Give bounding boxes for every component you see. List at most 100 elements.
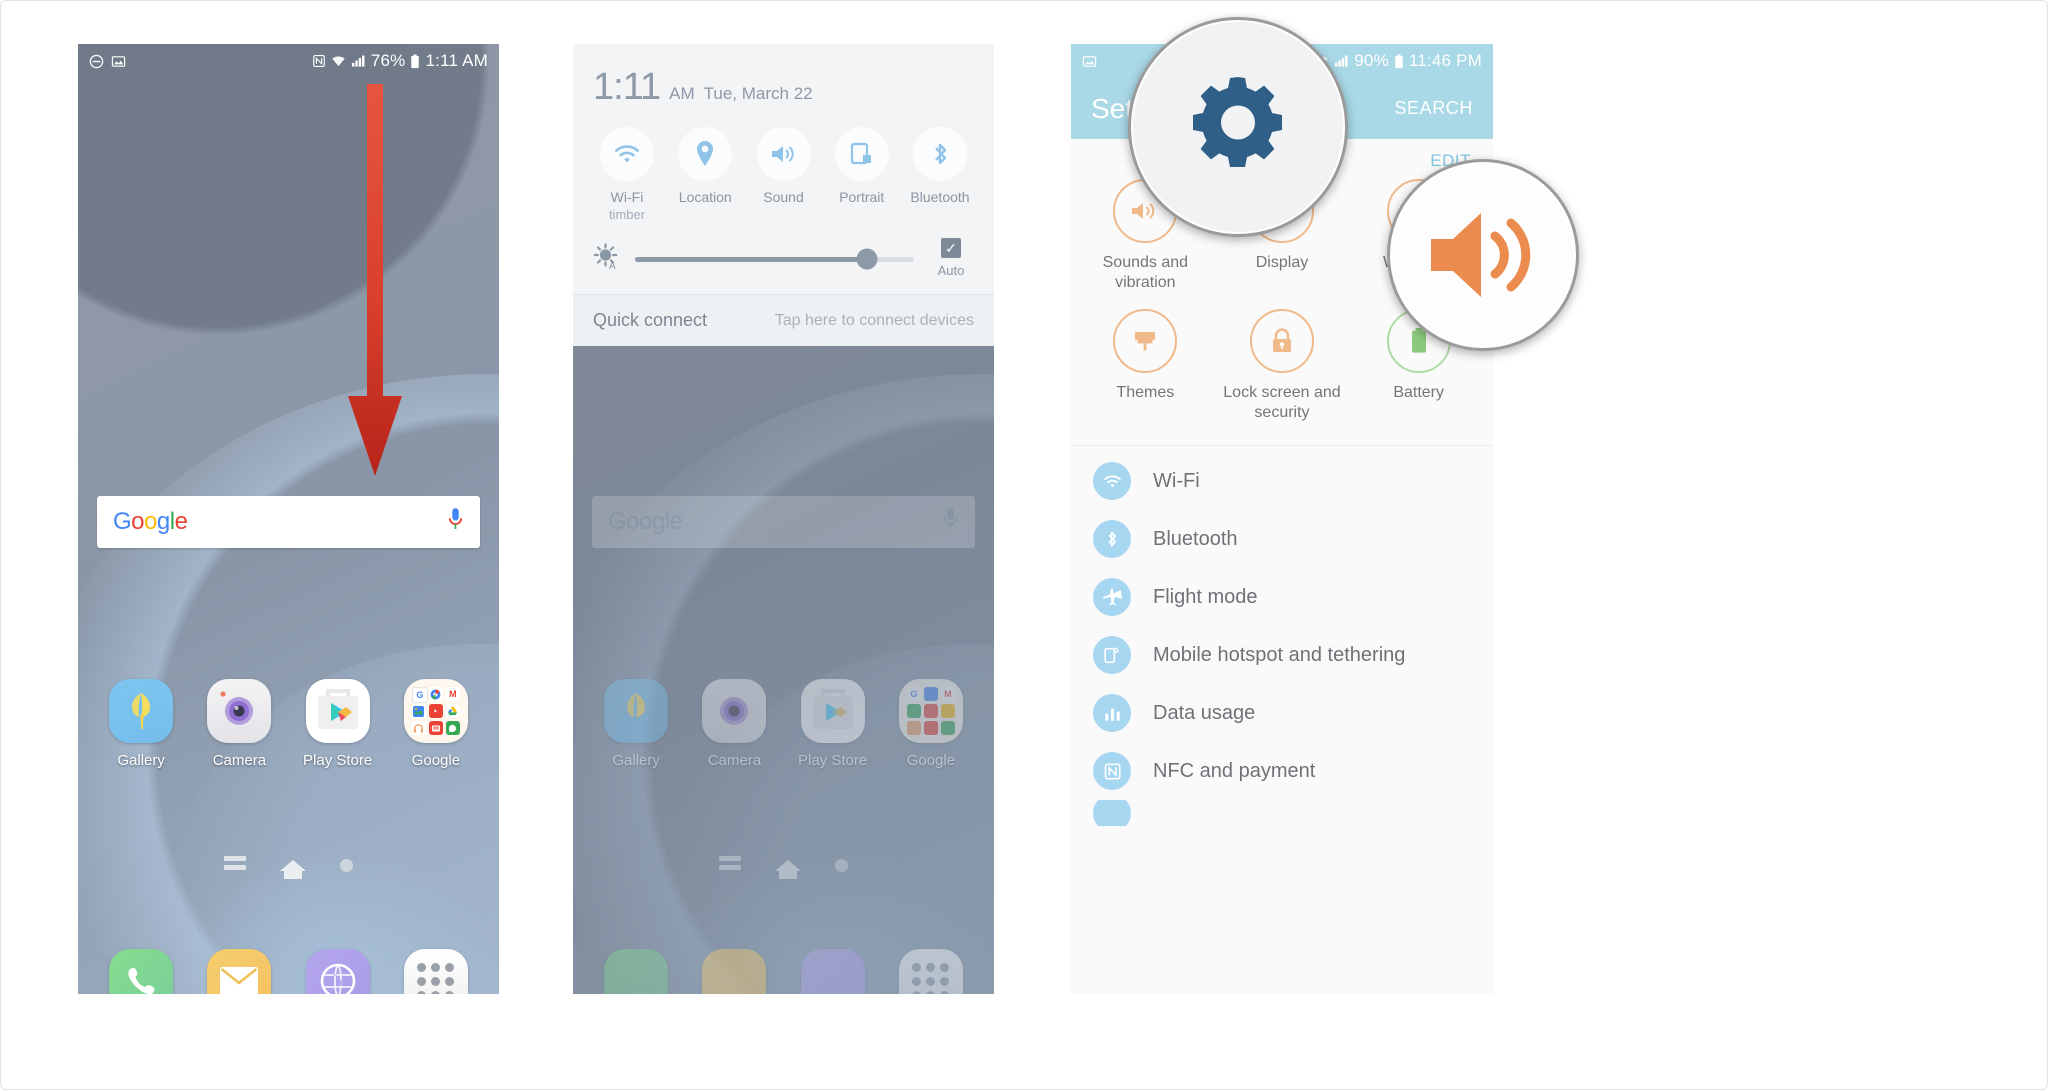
toggle-label: Portrait (839, 189, 885, 205)
app-camera: Camera (692, 679, 776, 769)
app-messages[interactable]: Messages (197, 949, 281, 994)
clock-time: 1:11 AM (425, 51, 488, 70)
list-item-wifi[interactable]: Wi-Fi (1071, 452, 1493, 510)
battery-percent: 90% (1354, 51, 1389, 70)
status-bar: 76% 1:11 AM (78, 44, 499, 78)
page-dot (835, 858, 848, 872)
app-camera[interactable]: Camera (197, 679, 281, 769)
list-item-mobile-hotspot-and-tethering[interactable]: Mobile hotspot and tethering (1071, 626, 1493, 684)
search-button[interactable]: SEARCH (1394, 98, 1473, 119)
brush-icon (1113, 309, 1178, 373)
toggle-bluetooth[interactable]: Bluetooth (904, 127, 976, 222)
quick-connect-title: Quick connect (593, 310, 708, 330)
google-search-widget[interactable]: Google (97, 496, 480, 548)
internet-icon (800, 949, 865, 994)
settings-list: Wi-Fi Bluetooth Flight mode Mobile hotsp… (1071, 446, 1493, 826)
dock-row: Phone Messages Internet Apps (78, 949, 499, 994)
grid-item-label: Lock screen and security (1223, 384, 1341, 421)
screenshot-root: 76% 1:11 AM Google Gallery Camera Play S… (0, 0, 2048, 1090)
lock-icon (1249, 309, 1314, 373)
app-play-store: Play Store (791, 679, 875, 769)
brightness-slider[interactable] (635, 248, 914, 270)
app-label: Gallery (612, 752, 660, 769)
dock-row-dimmed: Phone Messages Internet Apps (573, 949, 994, 994)
sound-icon (756, 127, 811, 181)
toggle-label: Sound (763, 189, 804, 205)
list-item-bluetooth[interactable]: Bluetooth (1071, 510, 1493, 568)
speaker-volume-icon (1431, 213, 1531, 297)
app-internet[interactable]: Internet (296, 949, 380, 994)
phone-panel-quick-settings: Google Gallery Camera Play Store G M Goo… (573, 44, 994, 994)
messages-icon (207, 949, 272, 994)
signal-icon (351, 54, 366, 68)
phone-icon (604, 949, 669, 994)
app-google-folder[interactable]: G M Google (394, 679, 478, 769)
quick-connect-row[interactable]: Quick connect Tap here to connect device… (573, 294, 994, 346)
list-item-nfc-and-payment[interactable]: NFC and payment (1071, 742, 1493, 800)
bluetooth-icon (1093, 520, 1131, 558)
slider-handle[interactable] (856, 248, 878, 270)
apps-grid-icon (898, 949, 963, 994)
page-dot[interactable] (340, 858, 353, 872)
recents-icon[interactable] (224, 856, 246, 874)
google-search-widget-dimmed: Google (592, 496, 975, 548)
grid-item-label: Display (1255, 254, 1309, 271)
mic-icon[interactable] (447, 507, 464, 537)
app-label: Gallery (117, 752, 165, 769)
quick-toggle-row: Wi-Fi timber Location Sound Portrait Blu… (573, 115, 994, 226)
list-item-label: NFC and payment (1153, 759, 1316, 782)
auto-brightness-toggle[interactable]: ✓ Auto (928, 238, 974, 280)
battery-percent: 76% (370, 51, 406, 70)
list-item-partial[interactable] (1071, 800, 1493, 826)
google-logo: Google (608, 508, 683, 535)
clock-date: Tue, March 22 (703, 84, 813, 103)
airplane-icon (1093, 578, 1131, 616)
play-store-icon (305, 679, 370, 743)
image-icon (1082, 54, 1097, 69)
toggle-sublabel: timber (608, 207, 646, 222)
quick-settings-clock: 1:11 AM Tue, March 22 (573, 44, 994, 115)
mic-icon (942, 507, 959, 537)
toggle-label: Bluetooth (910, 189, 970, 205)
grid-item-label: Battery (1393, 384, 1444, 401)
internet-icon (305, 949, 370, 994)
list-item-label: Data usage (1153, 701, 1256, 724)
app-phone[interactable]: Phone (99, 949, 183, 994)
gallery-icon (604, 679, 669, 743)
gear-icon (1193, 77, 1282, 167)
toggle-portrait[interactable]: Portrait (826, 127, 898, 222)
toggle-wifi[interactable]: Wi-Fi timber (591, 127, 663, 222)
grid-item-label: Themes (1116, 384, 1175, 401)
auto-brightness-icon: A (593, 242, 621, 276)
page-indicator (573, 856, 994, 879)
recents-icon (719, 856, 741, 874)
app-google-folder: GM Google (889, 679, 973, 769)
app-internet: Internet (791, 949, 875, 994)
image-icon (111, 54, 126, 69)
app-gallery[interactable]: Gallery (99, 679, 183, 769)
list-item-flight-mode[interactable]: Flight mode (1071, 568, 1493, 626)
grid-item-label: Sounds and vibration (1102, 254, 1189, 291)
toggle-location[interactable]: Location (669, 127, 741, 222)
wifi-icon (1093, 462, 1131, 500)
list-item-data-usage[interactable]: Data usage (1071, 684, 1493, 742)
toggle-sound[interactable]: Sound (748, 127, 820, 222)
home-icon[interactable] (280, 859, 306, 879)
battery-icon (410, 53, 420, 69)
quick-connect-hint: Tap here to connect devices (774, 311, 974, 329)
bar-chart-icon (1093, 694, 1131, 732)
bluetooth-icon (913, 127, 967, 181)
list-item-label: Wi-Fi (1153, 469, 1200, 492)
app-apps-drawer[interactable]: Apps (394, 949, 478, 994)
battery-icon (1394, 53, 1404, 69)
app-apps-drawer: Apps (889, 949, 973, 994)
checkbox-checked-icon: ✓ (941, 238, 961, 258)
auto-label: Auto (937, 263, 965, 278)
grid-item-themes[interactable]: Themes (1077, 309, 1214, 423)
apps-grid-icon (403, 949, 468, 994)
app-play-store[interactable]: Play Store (296, 679, 380, 769)
page-indicator (78, 856, 499, 879)
app-label: Play Store (798, 752, 868, 769)
grid-item-lock-screen-and-security[interactable]: Lock screen and security (1214, 309, 1351, 423)
app-label: Google (906, 752, 956, 769)
